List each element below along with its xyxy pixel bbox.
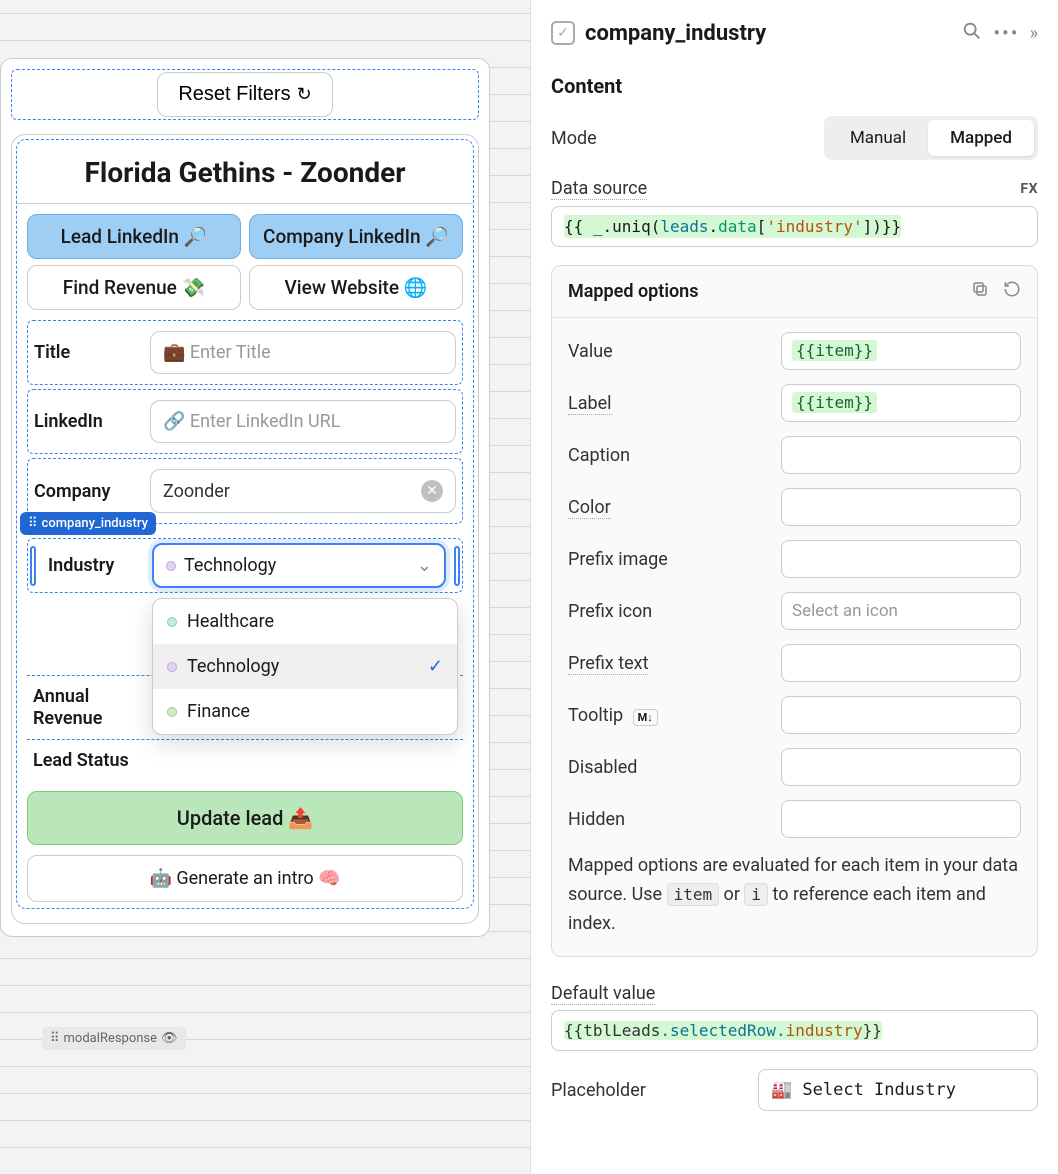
caption-input[interactable]: [781, 436, 1021, 474]
industry-select[interactable]: Technology ⌄: [152, 543, 446, 588]
hidden-icon: 👁: [161, 1031, 178, 1046]
prefix-text-input[interactable]: [781, 644, 1021, 682]
view-website-button[interactable]: View Website 🌐: [249, 265, 463, 310]
tooltip-label: Tooltip: [568, 705, 623, 726]
default-value-input[interactable]: {{tblLeads.selectedRow.industry}}: [551, 1010, 1038, 1051]
label-input[interactable]: {{item}}: [781, 384, 1021, 422]
dropdown-item-label: Technology: [187, 656, 279, 677]
prefix-image-label: Prefix image: [568, 549, 668, 570]
hidden-input[interactable]: [781, 800, 1021, 838]
fx-badge[interactable]: FX: [1020, 181, 1038, 197]
color-input[interactable]: [781, 488, 1021, 526]
chevron-down-icon: ⌄: [417, 555, 432, 576]
value-expression: {{item}}: [792, 340, 877, 361]
refresh-icon: ↻: [297, 84, 312, 105]
caption-label: Caption: [568, 445, 630, 466]
resize-handle-left[interactable]: [30, 546, 36, 586]
lead-linkedin-button[interactable]: Lead LinkedIn 🔎: [27, 214, 241, 259]
placeholder-input[interactable]: 🏭 Select Industry: [758, 1069, 1038, 1111]
code-pill-item: item: [667, 883, 720, 906]
company-input[interactable]: Zoonder ✕: [150, 469, 456, 513]
lead-card: Florida Gethins - Zoonder Lead LinkedIn …: [11, 134, 479, 924]
dropdown-item-label: Healthcare: [187, 611, 274, 632]
prefix-text-label: Prefix text: [568, 653, 648, 675]
drag-handle-icon: ⠿: [50, 1031, 60, 1046]
prefix-icon-label: Prefix icon: [568, 601, 652, 622]
prefix-icon-input[interactable]: Select an icon: [781, 592, 1021, 630]
data-source-label: Data source: [551, 178, 647, 200]
dropdown-item-label: Finance: [187, 701, 250, 722]
label-expression: {{item}}: [792, 392, 877, 413]
default-value-label: Default value: [551, 983, 655, 1005]
tooltip-input[interactable]: [781, 696, 1021, 734]
content-heading: Content: [551, 74, 1038, 98]
canvas-pane: Reset Filters ↻ Florida Gethins - Zoonde…: [0, 0, 530, 1174]
prefix-image-input[interactable]: [781, 540, 1021, 578]
dropdown-item-finance[interactable]: Finance: [153, 689, 457, 734]
reset-filters-button[interactable]: Reset Filters ↻: [157, 72, 332, 117]
value-input[interactable]: {{item}}: [781, 332, 1021, 370]
lead-status-row: Lead Status: [27, 739, 463, 781]
component-tag-label: company_industry: [42, 516, 148, 531]
expand-icon[interactable]: »: [1030, 23, 1038, 44]
generate-intro-button[interactable]: 🤖 Generate an intro 🧠: [27, 855, 463, 902]
update-lead-button[interactable]: Update lead 📤: [27, 791, 463, 845]
code-pill-i: i: [744, 883, 768, 906]
option-color-dot: [167, 617, 177, 627]
resize-handle-right[interactable]: [454, 546, 460, 586]
markdown-badge: M↓: [633, 709, 658, 726]
option-color-dot: [166, 561, 176, 571]
mode-toggle: Manual Mapped: [824, 116, 1038, 160]
industry-label: Industry: [48, 555, 144, 576]
check-icon: ✓: [428, 656, 443, 677]
mapped-help-text: Mapped options are evaluated for each it…: [568, 852, 1021, 938]
title-label: Title: [34, 342, 142, 363]
form-container: Reset Filters ↻ Florida Gethins - Zoonde…: [0, 58, 490, 937]
data-source-expression: {{ _.uniq(leads.data['industry'])}}: [564, 215, 901, 238]
reset-filters-label: Reset Filters: [178, 83, 290, 106]
linkedin-label: LinkedIn: [34, 411, 142, 432]
hidden-label: Hidden: [568, 809, 625, 830]
color-label: Color: [568, 497, 611, 519]
value-label: Value: [568, 341, 613, 362]
component-type-icon: ✓: [551, 21, 575, 45]
company-value: Zoonder: [163, 481, 230, 502]
disabled-input[interactable]: [781, 748, 1021, 786]
more-icon[interactable]: •••: [993, 21, 1019, 45]
lead-status-label: Lead Status: [33, 750, 129, 771]
modal-tag-label: modalResponse: [64, 1031, 158, 1046]
find-revenue-button[interactable]: Find Revenue 💸: [27, 265, 241, 310]
dropdown-item-healthcare[interactable]: Healthcare: [153, 599, 457, 644]
annual-revenue-label: Annual Revenue: [33, 686, 143, 729]
copy-icon[interactable]: [971, 280, 989, 303]
industry-value: Technology: [184, 555, 276, 576]
card-title: Florida Gethins - Zoonder: [17, 140, 473, 204]
placeholder-label: Placeholder: [551, 1080, 646, 1101]
mapped-options-section: Mapped options Value {{item}} Label {{it…: [551, 265, 1038, 957]
disabled-label: Disabled: [568, 757, 637, 778]
option-color-dot: [167, 662, 177, 672]
clear-icon[interactable]: ✕: [421, 480, 443, 502]
reset-icon[interactable]: [1003, 280, 1021, 303]
inspector-title: company_industry: [585, 21, 951, 46]
mode-option-manual[interactable]: Manual: [828, 120, 928, 156]
industry-dropdown: Healthcare Technology ✓ Finance: [152, 598, 458, 735]
component-tag-chip[interactable]: ⠿ company_industry: [20, 512, 156, 535]
data-source-input[interactable]: {{ _.uniq(leads.data['industry'])}}: [551, 206, 1038, 247]
linkedin-input[interactable]: 🔗 Enter LinkedIn URL: [150, 400, 456, 443]
mode-option-mapped[interactable]: Mapped: [928, 120, 1034, 156]
search-icon[interactable]: [961, 20, 983, 46]
modal-response-tag[interactable]: ⠿ modalResponse 👁: [42, 1027, 186, 1050]
company-linkedin-button[interactable]: Company LinkedIn 🔎: [249, 214, 463, 259]
label-label: Label: [568, 393, 612, 415]
drag-handle-icon: ⠿: [28, 516, 38, 531]
option-color-dot: [167, 707, 177, 717]
title-input[interactable]: 💼 Enter Title: [150, 331, 456, 374]
company-label: Company: [34, 481, 142, 502]
dropdown-item-technology[interactable]: Technology ✓: [153, 644, 457, 689]
mapped-options-heading: Mapped options: [568, 281, 699, 302]
mode-label: Mode: [551, 128, 597, 149]
inspector-panel: ✓ company_industry ••• » Content Mode Ma…: [530, 0, 1058, 1174]
